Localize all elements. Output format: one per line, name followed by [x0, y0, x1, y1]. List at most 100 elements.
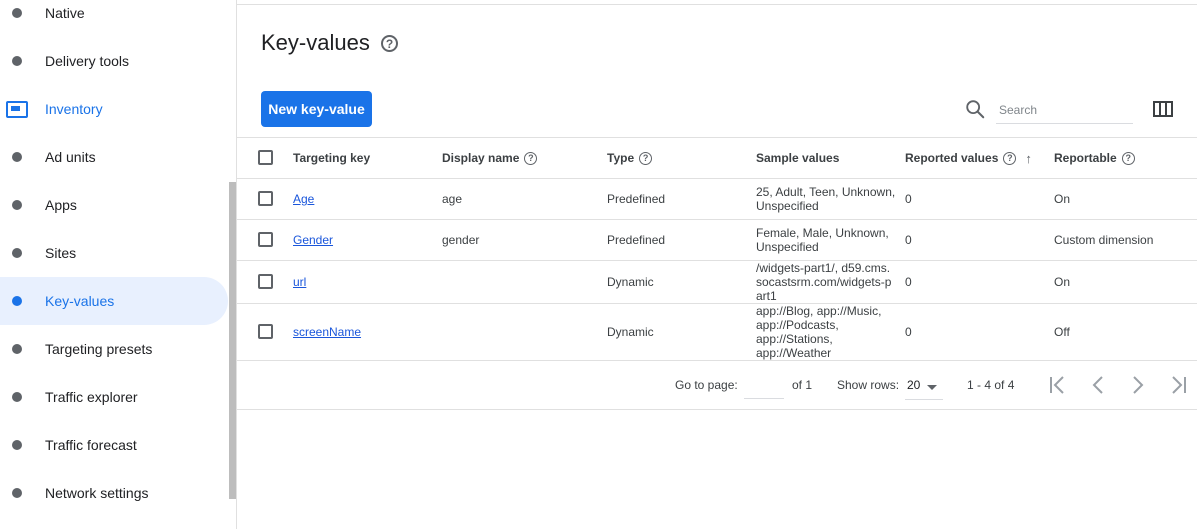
sidebar-item-label: Apps: [45, 197, 77, 213]
sidebar-item-label: Targeting presets: [45, 341, 153, 357]
sidebar-scrollbar[interactable]: [229, 182, 236, 499]
bullet-icon: [12, 440, 22, 450]
display-name-cell: gender: [442, 233, 480, 247]
header-type[interactable]: Type?: [607, 138, 653, 178]
table-row: screenName Dynamic app://Blog, app://Mus…: [237, 304, 1197, 361]
targeting-key-link[interactable]: Gender: [293, 233, 333, 247]
header-label: Targeting key: [293, 151, 371, 165]
sample-values-cell: Female, Male, Unknown, Unspecified: [756, 226, 889, 254]
bullet-icon: [12, 344, 22, 354]
help-circle-icon[interactable]: ?: [381, 35, 398, 52]
help-circle-icon[interactable]: ?: [524, 151, 538, 165]
table-row: Age age Predefined 25, Adult, Teen, Unkn…: [237, 179, 1197, 220]
reportable-cell: Custom dimension: [1054, 233, 1154, 247]
row-checkbox[interactable]: [258, 324, 273, 339]
targeting-key-link[interactable]: Age: [293, 192, 314, 206]
reportable-cell: Off: [1054, 325, 1070, 339]
help-circle-icon[interactable]: ?: [1121, 151, 1135, 165]
inventory-icon: [6, 100, 28, 118]
sidebar-item-traffic-forecast[interactable]: Traffic forecast: [0, 421, 228, 469]
sidebar-item-label: Inventory: [45, 101, 103, 117]
sort-ascending-icon[interactable]: ↑: [1025, 151, 1032, 166]
header-label: Sample values: [756, 151, 840, 165]
header-reported-values[interactable]: Reported values? ↑: [905, 138, 1032, 178]
header-label: Type: [607, 151, 635, 165]
header-reportable[interactable]: Reportable?: [1054, 138, 1135, 178]
row-range-label: 1 - 4 of 4: [967, 378, 1015, 392]
sidebar-item-sites[interactable]: Sites: [0, 229, 228, 277]
row-checkbox[interactable]: [258, 232, 273, 247]
sidebar-item-network-settings[interactable]: Network settings: [0, 469, 228, 517]
rows-per-page-select[interactable]: 20: [905, 376, 943, 400]
page-title: Key-values: [261, 30, 370, 55]
bullet-icon: [12, 56, 22, 66]
sidebar-item-label: Ad units: [45, 149, 96, 165]
display-name-cell: age: [442, 192, 463, 206]
sidebar: Native Delivery tools Inventory Ad units…: [0, 0, 237, 529]
pagination-bar: Go to page: of 1 Show rows: 20 1 - 4 of …: [237, 361, 1197, 410]
sidebar-item-label: Delivery tools: [45, 53, 130, 69]
targeting-key-link[interactable]: url: [293, 275, 306, 289]
sidebar-item-traffic-explorer[interactable]: Traffic explorer: [0, 373, 228, 421]
rows-per-page-value: 20: [907, 378, 921, 392]
select-all-checkbox[interactable]: [258, 150, 273, 165]
sidebar-item-apps[interactable]: Apps: [0, 181, 228, 229]
table-row: url Dynamic /widgets-part1/, d59.cms.soc…: [237, 261, 1197, 304]
row-checkbox[interactable]: [258, 274, 273, 289]
reportable-cell: On: [1054, 275, 1071, 289]
reported-values-cell: 0: [905, 233, 912, 247]
header-display-name[interactable]: Display name?: [442, 138, 538, 178]
table-row: Gender gender Predefined Female, Male, U…: [237, 220, 1197, 261]
targeting-key-link[interactable]: screenName: [293, 325, 361, 339]
show-rows-label: Show rows:: [837, 378, 900, 392]
type-cell: Dynamic: [607, 325, 654, 339]
sample-values-cell: /widgets-part1/, d59.cms.socastsrm.com/w…: [756, 261, 892, 303]
sidebar-item-label: Network settings: [45, 485, 149, 501]
type-cell: Predefined: [607, 233, 666, 247]
goto-page-label: Go to page:: [675, 378, 738, 392]
bullet-icon: [12, 488, 22, 498]
header-targeting-key[interactable]: Targeting key: [293, 138, 370, 178]
last-page-icon[interactable]: [1168, 374, 1190, 396]
top-divider: [237, 4, 1197, 5]
bullet-icon: [12, 200, 22, 210]
new-key-value-button[interactable]: New key-value: [261, 91, 372, 127]
goto-page-input[interactable]: [744, 373, 784, 399]
sidebar-item-targeting-presets[interactable]: Targeting presets: [0, 325, 228, 373]
help-circle-icon[interactable]: ?: [1003, 151, 1017, 165]
sidebar-item-inventory[interactable]: Inventory: [0, 85, 228, 133]
bullet-icon: [12, 392, 22, 402]
bullet-icon: [12, 296, 22, 306]
next-page-icon[interactable]: [1127, 374, 1149, 396]
sidebar-item-label: Traffic forecast: [45, 437, 137, 453]
reported-values-cell: 0: [905, 325, 912, 339]
dropdown-arrow-icon: [927, 385, 937, 390]
sample-values-cell: app://Blog, app://Music, app://Podcasts,…: [756, 304, 882, 360]
sidebar-item-label: Key-values: [45, 293, 115, 309]
sidebar-item-native[interactable]: Native: [0, 0, 228, 37]
table-header-row: Targeting key Display name? Type? Sample…: [237, 137, 1197, 179]
search-icon[interactable]: [964, 98, 986, 120]
first-page-icon[interactable]: [1047, 374, 1069, 396]
type-cell: Dynamic: [607, 275, 654, 289]
bullet-icon: [12, 248, 22, 258]
key-values-table: Targeting key Display name? Type? Sample…: [237, 137, 1197, 361]
previous-page-icon[interactable]: [1087, 374, 1109, 396]
sidebar-item-ad-units[interactable]: Ad units: [0, 133, 228, 181]
sample-values-cell: 25, Adult, Teen, Unknown, Unspecified: [756, 185, 896, 213]
sidebar-item-delivery-tools[interactable]: Delivery tools: [0, 37, 228, 85]
header-sample-values[interactable]: Sample values: [756, 138, 896, 178]
reported-values-cell: 0: [905, 275, 912, 289]
header-label: Reported values: [905, 151, 999, 165]
reportable-cell: On: [1054, 192, 1071, 206]
sidebar-item-label: Native: [45, 5, 85, 21]
view-columns-icon[interactable]: [1152, 100, 1174, 118]
help-circle-icon[interactable]: ?: [639, 151, 653, 165]
search-input[interactable]: [996, 97, 1133, 124]
page-count-label: of 1: [792, 378, 813, 392]
sidebar-item-key-values[interactable]: Key-values: [0, 277, 228, 325]
type-cell: Predefined: [607, 192, 666, 206]
reported-values-cell: 0: [905, 192, 912, 206]
row-checkbox[interactable]: [258, 191, 273, 206]
sidebar-item-label: Traffic explorer: [45, 389, 138, 405]
